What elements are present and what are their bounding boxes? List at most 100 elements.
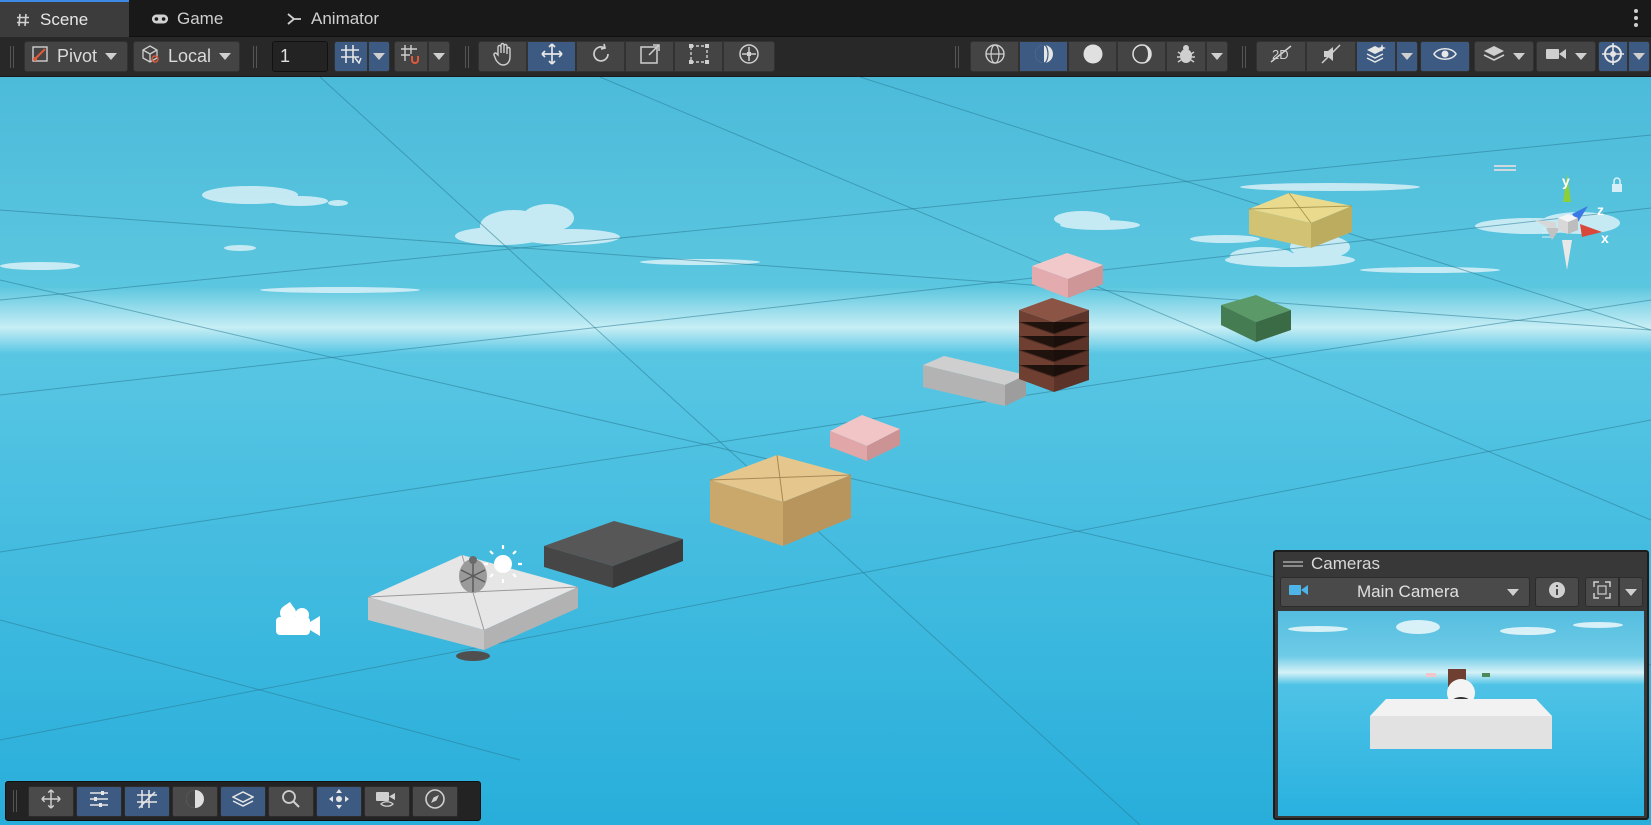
scene-camera-dropdown[interactable] bbox=[1536, 41, 1596, 72]
drag-arrows-icon bbox=[328, 788, 350, 815]
more-options-icon[interactable] bbox=[1629, 6, 1643, 30]
layers-icon bbox=[1483, 45, 1505, 68]
overlay-layers-button[interactable] bbox=[220, 786, 266, 817]
neg-z-axis-cone bbox=[1546, 228, 1560, 240]
search-icon bbox=[281, 789, 301, 814]
maximize-preview-button[interactable] bbox=[1585, 577, 1619, 607]
layers-star-icon bbox=[1364, 43, 1388, 70]
grid-icon bbox=[136, 789, 158, 814]
overlay-navigation-button[interactable] bbox=[316, 786, 362, 817]
tab-game-label: Game bbox=[177, 8, 224, 28]
compass-icon bbox=[424, 788, 446, 815]
hand-tool-button[interactable] bbox=[478, 41, 527, 72]
local-cube-icon bbox=[140, 44, 160, 69]
chevron-down-icon bbox=[219, 53, 232, 60]
effects-dropdown[interactable] bbox=[1396, 41, 1418, 72]
toolbar-grip[interactable] bbox=[955, 46, 959, 68]
chevron-down-icon bbox=[1401, 53, 1413, 60]
grid-snap-button[interactable] bbox=[394, 41, 428, 72]
neg-y-axis-cone bbox=[1562, 240, 1572, 270]
camera-preview bbox=[1278, 611, 1644, 816]
pivot-icon bbox=[31, 45, 49, 68]
chevron-down-icon bbox=[105, 53, 118, 60]
orientation-gizmo[interactable] bbox=[1520, 172, 1630, 282]
debug-draw-mode-button[interactable] bbox=[1166, 41, 1206, 72]
audio-toggle-button[interactable] bbox=[1306, 41, 1356, 72]
layers-dropdown[interactable] bbox=[1474, 41, 1534, 72]
gizmo-z-label: z bbox=[1597, 202, 1604, 218]
tab-scene-label: Scene bbox=[40, 9, 89, 29]
shaded-wireframe-icon bbox=[1033, 43, 1055, 70]
chevron-down-icon bbox=[1211, 53, 1223, 60]
snap-grid-icon bbox=[400, 44, 422, 69]
tab-animator-label: Animator bbox=[311, 8, 380, 28]
grid-icon bbox=[340, 44, 362, 69]
drag-handle-icon[interactable] bbox=[1283, 560, 1303, 567]
camera-options-dropdown[interactable] bbox=[1619, 577, 1643, 607]
toolbar-grip[interactable] bbox=[13, 790, 17, 812]
chevron-down-icon bbox=[1633, 53, 1645, 60]
unlit-sphere-icon bbox=[1131, 43, 1153, 70]
cameras-header[interactable]: Cameras bbox=[1275, 552, 1647, 575]
chevron-down-icon bbox=[1625, 588, 1637, 596]
chevron-down-icon bbox=[373, 53, 385, 60]
toolbar-grip[interactable] bbox=[465, 46, 469, 68]
scene-visibility-button[interactable] bbox=[1420, 41, 1470, 72]
scale-tool-button[interactable] bbox=[625, 41, 674, 72]
wireframe-mode-button[interactable] bbox=[970, 41, 1019, 72]
scale-icon bbox=[639, 43, 661, 70]
gizmo-menu-icon[interactable] bbox=[1494, 165, 1516, 171]
grid-visibility-button[interactable] bbox=[334, 41, 368, 72]
rotate-tool-button[interactable] bbox=[576, 41, 625, 72]
rect-transform-icon bbox=[688, 43, 710, 70]
toolbar-grip[interactable] bbox=[10, 46, 14, 68]
move-arrows-icon bbox=[540, 42, 564, 71]
animator-icon bbox=[285, 10, 303, 28]
rect-tool-button[interactable] bbox=[674, 41, 723, 72]
overlay-search-button[interactable] bbox=[268, 786, 314, 817]
unlit-mode-button[interactable] bbox=[1117, 41, 1166, 72]
x-axis-cone bbox=[1580, 224, 1602, 237]
gamepad-icon bbox=[151, 10, 169, 28]
grid-snap-increment-input[interactable]: 1 bbox=[272, 41, 328, 72]
transform-all-icon bbox=[737, 42, 761, 71]
info-icon bbox=[1548, 581, 1566, 604]
selected-camera-label: Main Camera bbox=[1356, 582, 1460, 601]
overlay-compass-button[interactable] bbox=[412, 786, 458, 817]
pivot-dropdown[interactable]: Pivot bbox=[24, 41, 128, 72]
effects-toggle-button[interactable] bbox=[1356, 41, 1396, 72]
camera-info-button[interactable] bbox=[1535, 577, 1579, 607]
overlay-shading-button[interactable] bbox=[172, 786, 218, 817]
space-label: Local bbox=[168, 46, 212, 66]
gizmos-toggle-button[interactable] bbox=[1598, 41, 1628, 72]
pivot-label: Pivot bbox=[57, 46, 98, 66]
scene-toolbar: Pivot Local 1 bbox=[0, 37, 1651, 77]
toolbar-grip[interactable] bbox=[1242, 46, 1246, 68]
overlay-camera-button[interactable] bbox=[364, 786, 410, 817]
2d-mode-button[interactable]: 2D bbox=[1256, 41, 1306, 72]
space-dropdown[interactable]: Local bbox=[133, 41, 240, 72]
cameras-title: Cameras bbox=[1311, 553, 1380, 573]
tab-scene[interactable]: Scene bbox=[0, 0, 129, 37]
shaded-wireframe-icon bbox=[184, 788, 206, 815]
shaded-mode-button[interactable] bbox=[1068, 41, 1117, 72]
hash-icon bbox=[14, 11, 32, 29]
maximize-icon bbox=[1593, 580, 1611, 604]
gizmos-dropdown[interactable] bbox=[1628, 41, 1650, 72]
overlay-settings-button[interactable] bbox=[76, 786, 122, 817]
overlay-move-button[interactable] bbox=[28, 786, 74, 817]
overlay-grid-button[interactable] bbox=[124, 786, 170, 817]
grid-options-dropdown[interactable] bbox=[368, 41, 390, 72]
tab-game[interactable]: Game bbox=[137, 0, 257, 37]
draw-mode-dropdown[interactable] bbox=[1206, 41, 1228, 72]
move-tool-button[interactable] bbox=[527, 41, 576, 72]
camera-select-dropdown[interactable]: Main Camera bbox=[1280, 577, 1530, 607]
transform-tool-button[interactable] bbox=[723, 41, 775, 72]
snap-options-dropdown[interactable] bbox=[428, 41, 450, 72]
tab-animator[interactable]: Animator bbox=[271, 0, 401, 37]
toolbar-grip[interactable] bbox=[253, 46, 257, 68]
grid-snap-value: 1 bbox=[280, 46, 291, 66]
brick-tower[interactable] bbox=[1018, 298, 1090, 392]
overlay-toolbar bbox=[5, 781, 481, 821]
shaded-wireframe-mode-button[interactable] bbox=[1019, 41, 1068, 72]
